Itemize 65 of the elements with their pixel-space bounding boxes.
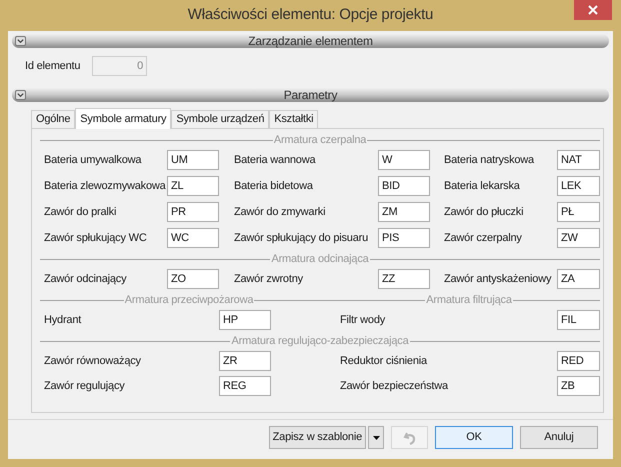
symbol-field[interactable]: RED — [557, 351, 600, 371]
field-label: Zawór antyskażeniowy — [444, 272, 552, 287]
symbol-field[interactable]: UM — [167, 150, 219, 170]
symbol-field[interactable]: ZR — [219, 351, 271, 371]
panel-header[interactable]: Parametry — [12, 88, 609, 102]
field-label: Bateria lekarska — [444, 178, 521, 194]
field-label: Zawór spłukujący do pisuaru — [234, 230, 370, 246]
symbol-field[interactable]: LEK — [557, 176, 600, 196]
field-label: Bateria zlewozmywakowa — [44, 178, 167, 194]
group-title: Armatura czerpalna — [272, 133, 368, 148]
field-label: Id elementu — [25, 58, 82, 74]
symbol-field[interactable]: ZB — [557, 376, 600, 396]
chevron-icon — [15, 90, 26, 100]
undo-icon — [402, 430, 416, 444]
symbol-field[interactable]: REG — [219, 376, 271, 396]
symbol-field[interactable]: ZL — [167, 176, 219, 196]
field-label: Zawór spłukujący WC — [44, 230, 148, 246]
field-label: Bateria wannowa — [234, 152, 317, 168]
tab[interactable]: Ogólne — [31, 110, 76, 128]
field-label: Zawór bezpieczeństwa — [340, 378, 450, 394]
symbol-field[interactable]: HP — [219, 310, 271, 330]
field-label: Zawór do zmywarki — [234, 204, 326, 220]
symbol-field[interactable]: ZA — [557, 269, 600, 289]
save-template-button[interactable]: Zapisz w szablonie — [268, 426, 366, 449]
group-title: Armatura przeciwpożarowa — [124, 293, 254, 308]
group-title: Armatura odcinająca — [270, 252, 370, 268]
cancel-button[interactable]: Anuluj — [520, 426, 598, 449]
symbol-field[interactable]: W — [378, 150, 430, 170]
chevron-icon — [15, 36, 26, 46]
symbol-field[interactable]: NAT — [557, 150, 600, 170]
symbol-field[interactable]: ZZ — [378, 269, 430, 289]
symbol-field[interactable]: PR — [167, 202, 219, 222]
ok-button[interactable]: OK — [435, 426, 513, 449]
field-label: Hydrant — [44, 312, 82, 328]
caret-icon — [372, 436, 380, 440]
close-button[interactable] — [574, 0, 612, 20]
symbol-field[interactable]: FIL — [557, 310, 600, 330]
symbol-field[interactable]: ZM — [378, 202, 430, 222]
field-label: Zawór zwrotny — [234, 272, 304, 287]
field-label: Zawór regulujący — [44, 378, 126, 394]
field-label: Zawór odcinający — [44, 272, 128, 287]
field-label: Zawór równoważący — [44, 354, 142, 369]
tab[interactable]: Symbole urządzeń — [171, 110, 270, 128]
group-title: Armatura regulująco-zabezpieczająca — [230, 334, 410, 350]
symbol-field[interactable]: PIS — [378, 228, 430, 248]
symbol-field[interactable]: PŁ — [557, 202, 600, 222]
symbol-field[interactable]: WC — [167, 228, 219, 248]
field-label: Filtr wody — [340, 312, 386, 328]
field-label: Bateria natryskowa — [444, 152, 536, 168]
field-label: Bateria bidetowa — [234, 178, 314, 194]
tab[interactable]: Kształtki — [269, 110, 318, 128]
field-label: Zawór do płuczki — [444, 204, 524, 220]
dropdown-button[interactable] — [368, 426, 384, 449]
group-title: Armatura filtrująca — [425, 293, 513, 308]
symbol-field[interactable]: ZW — [557, 228, 600, 248]
field-label: Zawór czerpalny — [444, 230, 523, 246]
tab[interactable]: Symbole armatury — [75, 108, 172, 129]
field-label: Reduktor ciśnienia — [340, 354, 428, 369]
field-label: Bateria umywalkowa — [44, 152, 142, 168]
panel-header[interactable]: Zarządzanie elementem — [12, 34, 609, 48]
close-icon — [588, 5, 598, 15]
symbol-field[interactable]: BID — [378, 176, 430, 196]
symbol-field[interactable]: ZO — [167, 269, 219, 289]
window-title: Właściwości elementu: Opcje projektu — [188, 5, 434, 26]
field-label: Zawór do pralki — [44, 204, 118, 220]
